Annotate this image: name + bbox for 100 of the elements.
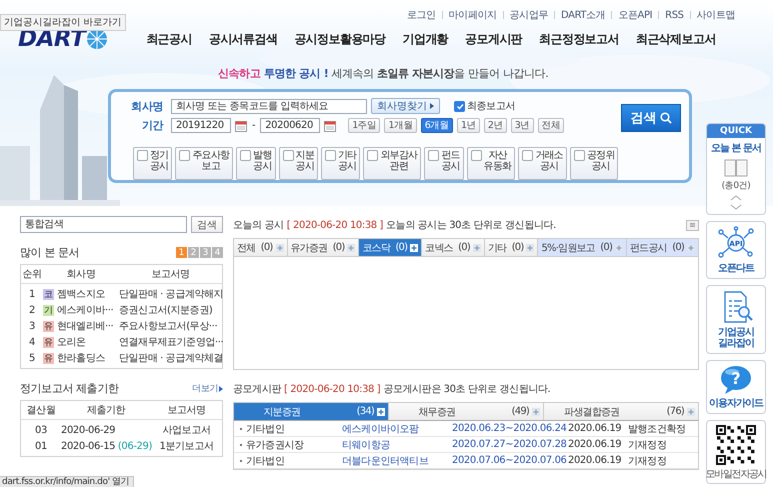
tab[interactable]: 파생결합증권 (76) xyxy=(544,403,698,420)
company-link[interactable]: 젬백스지오 xyxy=(57,287,106,301)
quick-link[interactable]: 기업공시 길라잡이 xyxy=(706,285,766,354)
report-link[interactable]: 단일판매 · 공급계약해지 xyxy=(119,287,224,301)
top-link[interactable]: 사이트맵 xyxy=(690,8,741,22)
tab[interactable]: 코넥스 (0) xyxy=(422,239,485,256)
category-button[interactable]: 기타 공시 xyxy=(321,146,360,180)
market-badge: 유 xyxy=(43,336,54,348)
company-field[interactable]: 회사명 또는 종목코드를 입력하세요 xyxy=(171,98,367,114)
status-bar: dart.fss.or.kr/info/main.do' 열기 xyxy=(0,476,134,487)
checkbox[interactable] xyxy=(240,150,252,160)
up-chevron-icon[interactable] xyxy=(730,195,742,201)
tab[interactable]: 지분증권 (34) xyxy=(234,403,389,420)
more-link[interactable]: 더보기 xyxy=(192,382,223,395)
checkbox[interactable] xyxy=(367,150,378,160)
tab[interactable]: 코스닥 (0) xyxy=(359,239,422,256)
down-chevron-icon[interactable] xyxy=(730,204,742,210)
nav-item[interactable]: 최근공시 xyxy=(146,30,192,48)
category-button[interactable]: 지분 공시 xyxy=(278,146,318,180)
category-button[interactable]: 정기 공시 xyxy=(133,146,172,180)
list-button[interactable] xyxy=(686,220,699,230)
nav-item[interactable]: 공시정보활용마당 xyxy=(294,30,386,48)
section-title: 정기보고서 제출기한 xyxy=(20,381,118,396)
top-link[interactable]: 마이페이지 xyxy=(442,8,503,22)
top-link[interactable]: 로그인 xyxy=(400,8,442,22)
category-button[interactable]: 자산 유동화 xyxy=(466,146,516,180)
company-link[interactable]: 현대엘리베··· xyxy=(57,319,114,333)
find-company-button[interactable]: 회사명찾기 xyxy=(371,98,440,114)
tab[interactable]: 펀드공시 (0) xyxy=(627,239,698,256)
checkbox[interactable] xyxy=(454,100,465,112)
tab[interactable]: 유가증권 (0) xyxy=(288,239,360,256)
table-cell-text: 2020.06.19 xyxy=(568,439,622,450)
report-link[interactable]: 단일판매 · 공급계약체결 xyxy=(119,351,224,365)
range-button[interactable]: 6개월 xyxy=(420,118,453,133)
table-cell-text: 기타법인 xyxy=(246,454,284,468)
tab[interactable]: 5%·임원보고 (0) xyxy=(538,239,628,256)
checkbox[interactable] xyxy=(574,150,585,160)
table-cell: 2020-06-15 (06-29) xyxy=(61,440,151,452)
date-separator: - xyxy=(251,120,256,131)
checkbox[interactable] xyxy=(325,150,336,160)
column-header: 보고서명 xyxy=(150,268,191,281)
category-button[interactable]: 공정위 공시 xyxy=(570,146,618,180)
date-field[interactable]: 20191220 xyxy=(171,118,231,133)
rank-cell-text: 2 xyxy=(28,304,36,316)
tab[interactable]: 기타 (0) xyxy=(484,239,538,256)
category-button[interactable]: 발행 공시 xyxy=(236,146,276,180)
top-link[interactable]: RSS xyxy=(659,10,690,20)
checkbox[interactable] xyxy=(522,150,534,160)
search-button[interactable]: 검색 xyxy=(621,104,681,132)
range-button[interactable]: 1주일 xyxy=(348,118,380,133)
top-link[interactable]: 공시업무 xyxy=(504,8,554,22)
report-link[interactable]: 연결재무제표기준영업··· xyxy=(119,335,224,349)
column-header: 회사명 xyxy=(66,268,96,281)
date-field[interactable]: 20200620 xyxy=(260,118,320,133)
category-button[interactable]: 거래소 공시 xyxy=(518,146,567,180)
company-link[interactable]: 에스케이바이오팜 xyxy=(342,422,452,436)
plus-icon xyxy=(377,408,385,416)
report-link[interactable]: 증권신고서(지분증권) xyxy=(119,303,222,317)
update-note: 오늘의 공시는 30초 단위로 갱신됩니다. xyxy=(386,219,556,232)
table-cell-text: 2020.07.27~2020.07.28 xyxy=(452,439,568,450)
checkbox[interactable] xyxy=(137,150,148,160)
checkbox[interactable] xyxy=(282,150,294,160)
tab[interactable]: 전체 (0) xyxy=(234,239,288,256)
nav-item[interactable]: 최근삭제보고서 xyxy=(636,30,716,48)
calendar-icon[interactable] xyxy=(235,120,247,132)
checkbox[interactable] xyxy=(470,150,482,160)
search-field[interactable]: 통합검색 xyxy=(20,216,187,233)
qr-code-icon xyxy=(715,424,757,466)
nav-item[interactable]: 최근정정보고서 xyxy=(539,30,619,48)
checkbox[interactable] xyxy=(179,150,190,160)
search-button[interactable]: 검색 xyxy=(191,216,223,233)
report-link[interactable]: 주요사항보고서(무상··· xyxy=(119,319,222,333)
quick-link[interactable]: 모바일전자공시 xyxy=(706,420,766,484)
top-link[interactable]: DART소개 xyxy=(555,8,612,22)
tab[interactable]: 채무증권 (49) xyxy=(389,403,544,420)
quick-link[interactable]: ? 이용자가이드 xyxy=(706,360,766,414)
company-link[interactable]: 한라홀딩스 xyxy=(57,351,106,365)
range-button[interactable]: 3년 xyxy=(510,118,534,133)
nav-item[interactable]: 공모게시판 xyxy=(465,30,522,48)
nav-item[interactable]: 공시서류검색 xyxy=(208,30,278,48)
column-header: 결산월 xyxy=(26,404,56,417)
company-link[interactable]: 에스케이바··· xyxy=(57,303,114,317)
range-button[interactable]: 전체 xyxy=(538,118,564,133)
nav-item[interactable]: 기업개황 xyxy=(402,30,448,48)
company-link[interactable]: 티웨이항공 xyxy=(342,438,452,452)
category-button[interactable]: 펀드 공시 xyxy=(424,146,464,180)
top-link[interactable]: 오픈API xyxy=(612,8,658,22)
range-button[interactable]: 2년 xyxy=(484,118,507,133)
category-button[interactable]: 주요사항 보고 xyxy=(175,146,234,180)
company-link[interactable]: 더블다운인터액티브 xyxy=(342,454,452,468)
count-text: (총0건) xyxy=(722,180,750,192)
range-button[interactable]: 1개월 xyxy=(384,118,417,133)
category-button[interactable]: 외부감사 관련 xyxy=(363,146,422,180)
plus-icon xyxy=(686,244,695,252)
company-link[interactable]: 오리온 xyxy=(57,335,86,349)
checkbox[interactable] xyxy=(428,150,440,160)
plus-icon xyxy=(276,244,284,252)
calendar-icon[interactable] xyxy=(324,120,336,132)
plus-icon xyxy=(615,244,624,252)
range-button[interactable]: 1년 xyxy=(456,118,480,133)
